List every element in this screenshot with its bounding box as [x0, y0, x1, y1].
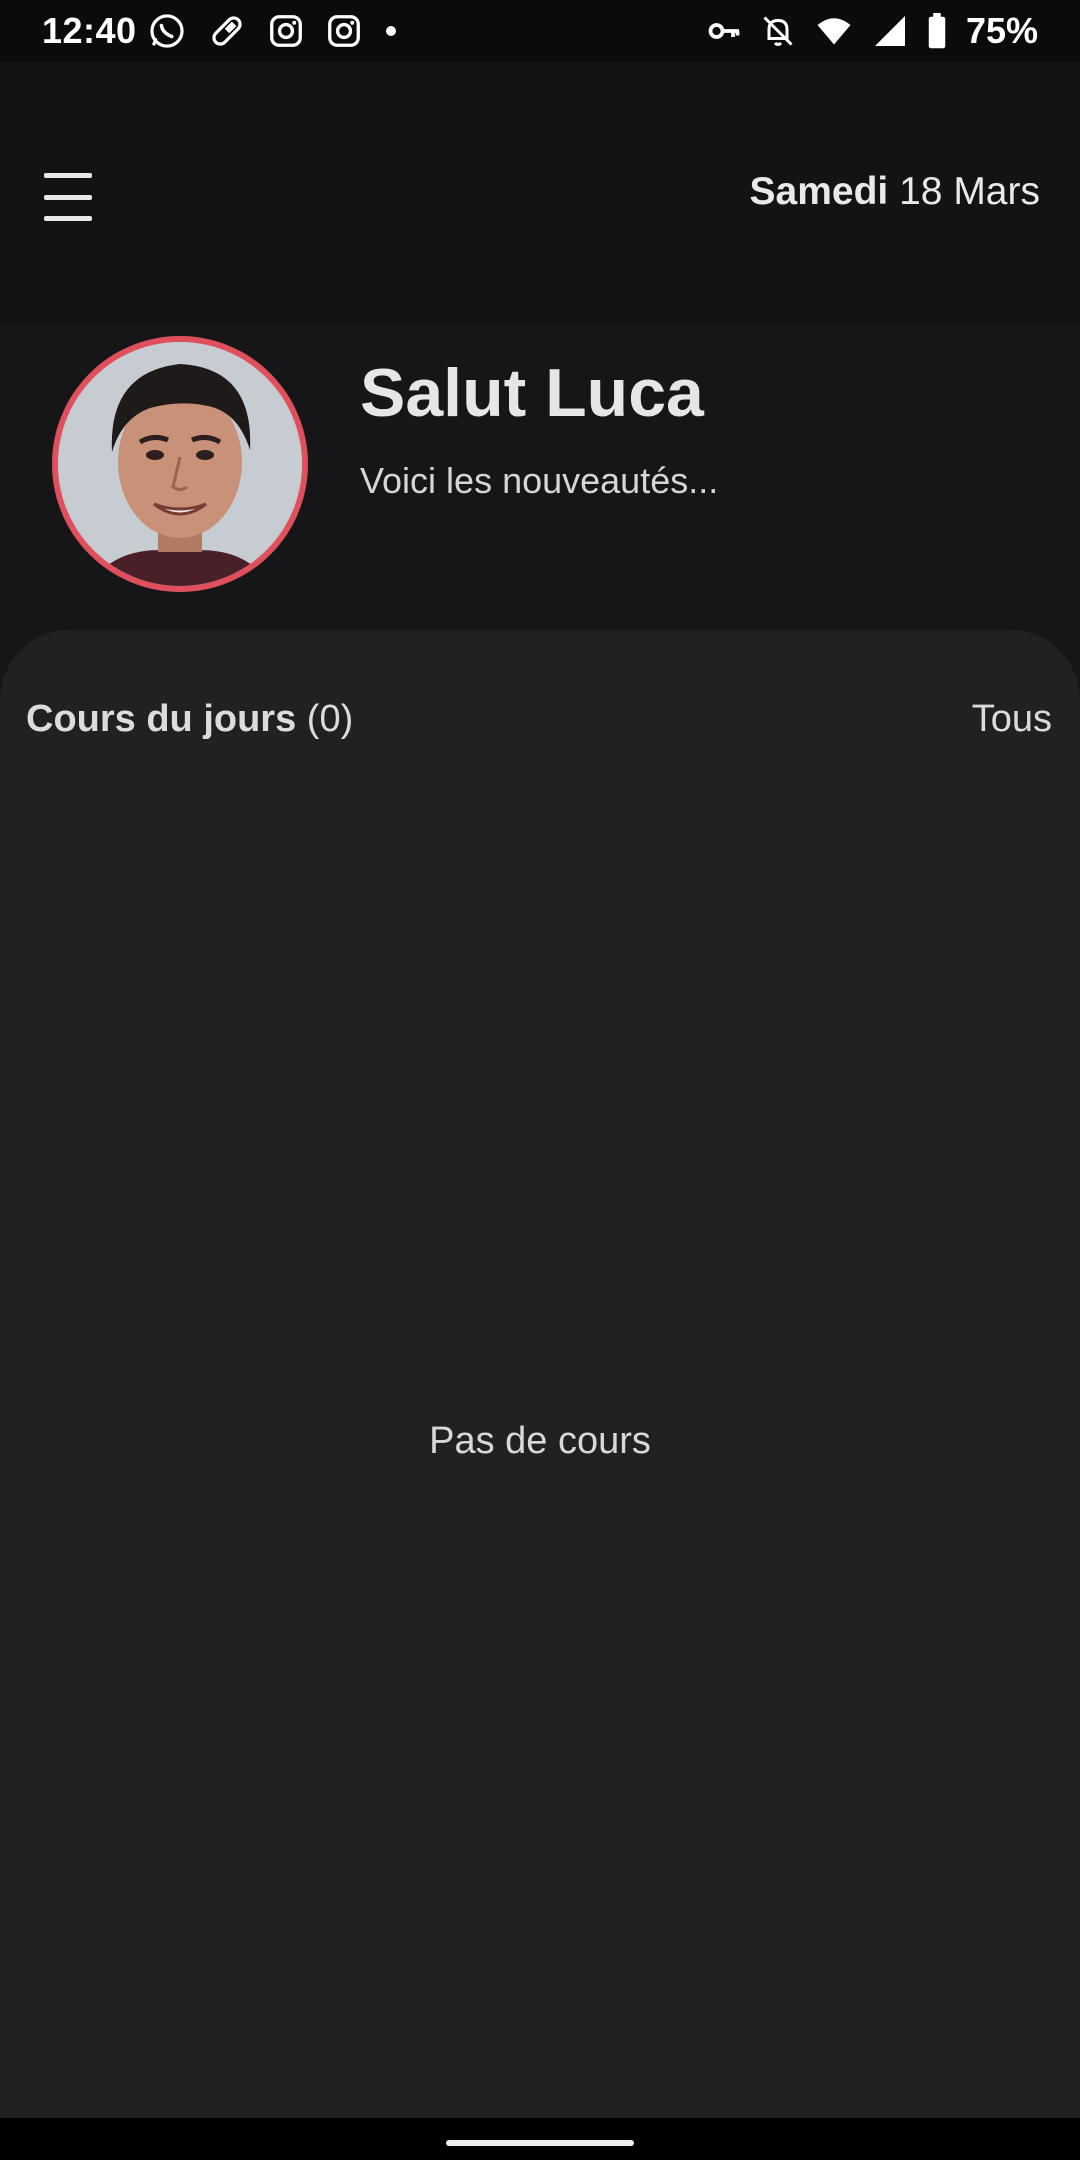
battery-icon	[928, 13, 946, 49]
header-date: Samedi 18 Mars	[750, 170, 1040, 214]
signal-icon	[874, 16, 905, 46]
instagram-icon	[270, 15, 302, 47]
screen: 12:40 75% Samedi 18 Mars Salut Luca Voic…	[0, 0, 1080, 2160]
greeting-subtitle: Voici les nouveautés...	[360, 460, 719, 501]
see-all-link[interactable]: Tous	[972, 698, 1052, 741]
battery-percent: 75%	[965, 10, 1038, 51]
pill-icon	[212, 16, 242, 46]
instagram-icon	[328, 15, 360, 47]
dot-icon	[386, 26, 396, 36]
system-icons: 75%	[706, 10, 1038, 52]
notification-icons	[148, 12, 398, 50]
whatsapp-icon	[150, 14, 184, 48]
bell-off-icon	[763, 16, 793, 46]
greeting-section: Salut Luca Voici les nouveautés...	[0, 324, 1080, 630]
empty-state-message: Pas de cours	[429, 1420, 651, 1462]
header-date-value: 18 Mars	[899, 170, 1040, 213]
courses-title: Cours du jours	[26, 698, 297, 740]
status-time: 12:40	[42, 10, 137, 51]
courses-count: (0)	[306, 698, 354, 740]
avatar-photo	[58, 342, 302, 586]
vpn-key-icon	[708, 23, 740, 39]
avatar[interactable]	[52, 336, 308, 592]
home-gesture-handle[interactable]	[446, 2140, 634, 2146]
courses-card: Cours du jours (0) Tous Pas de cours	[0, 630, 1080, 2118]
menu-button[interactable]	[44, 173, 104, 221]
greeting-title: Salut Luca	[360, 355, 704, 431]
wifi-icon	[817, 18, 851, 45]
app-header: Samedi 18 Mars	[0, 62, 1080, 324]
navigation-bar	[0, 2118, 1080, 2160]
menu-icon	[44, 173, 92, 178]
courses-section-title: Cours du jours (0)	[26, 698, 353, 741]
header-day: Samedi	[749, 170, 889, 213]
status-bar: 12:40 75%	[0, 0, 1080, 62]
